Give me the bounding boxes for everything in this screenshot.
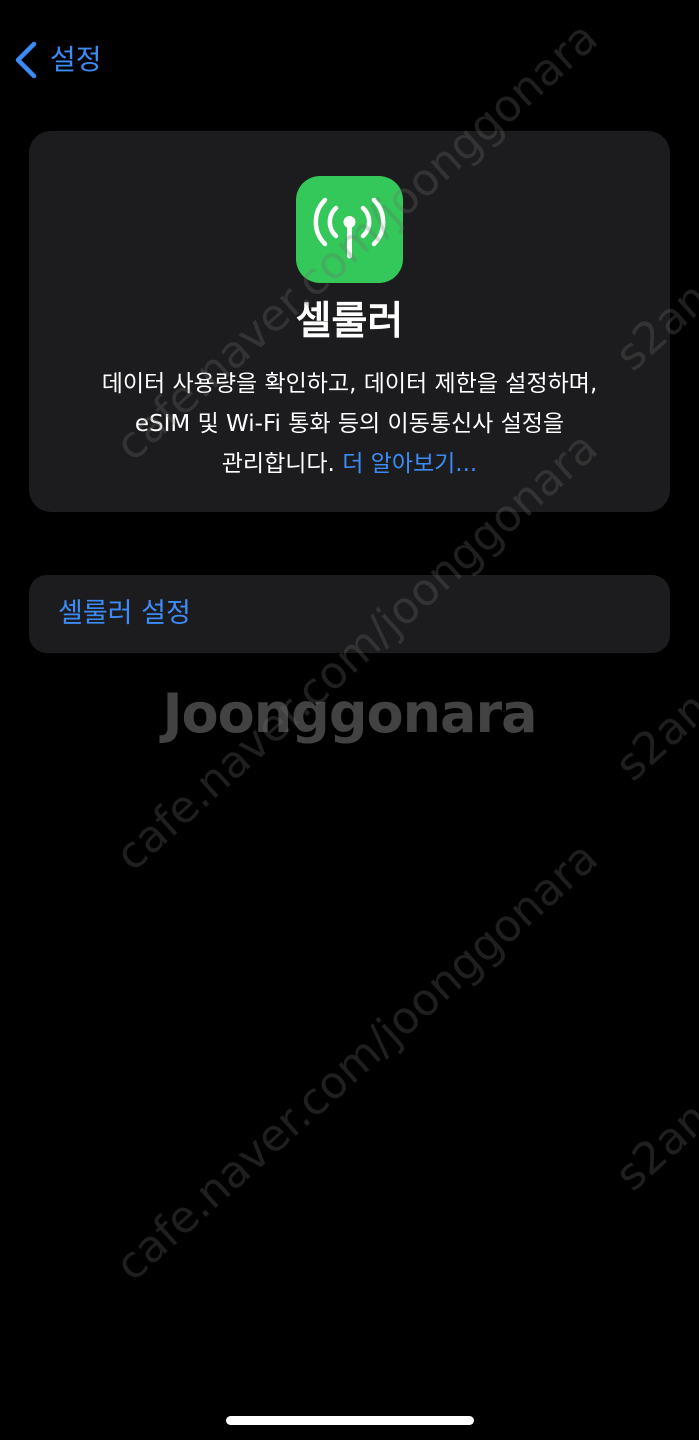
description-line: 데이터 사용량을 확인하고, 데이터 제한을 설정하며, bbox=[101, 371, 598, 397]
description-line: eSIM 및 Wi-Fi 통화 등의 이동통신사 설정을 bbox=[134, 411, 565, 437]
cellular-info-card: 셀룰러 데이터 사용량을 확인하고, 데이터 제한을 설정하며, eSIM 및 … bbox=[29, 131, 670, 512]
back-button-label: 설정 bbox=[50, 43, 102, 76]
page-title: 셀룰러 bbox=[295, 299, 404, 344]
home-indicator[interactable] bbox=[226, 1416, 474, 1425]
watermark-logo: Joonggonara bbox=[162, 682, 537, 745]
cellular-settings-button[interactable]: 셀룰러 설정 bbox=[29, 575, 670, 653]
chevron-left-icon bbox=[14, 41, 38, 79]
antenna-icon bbox=[296, 176, 403, 283]
watermark-side: s2and bbox=[605, 663, 699, 791]
description-last: 관리합니다. bbox=[221, 451, 335, 477]
watermark-side: s2and bbox=[605, 1073, 699, 1201]
description-line: 관리합니다. 더 알아보기... bbox=[49, 444, 650, 484]
watermark-url: cafe.naver.com/joonggonara bbox=[105, 832, 608, 1291]
cellular-description: 데이터 사용량을 확인하고, 데이터 제한을 설정하며, eSIM 및 Wi-F… bbox=[49, 364, 650, 484]
cellular-settings-label: 셀룰러 설정 bbox=[58, 598, 191, 629]
back-button[interactable]: 설정 bbox=[14, 40, 102, 80]
learn-more-link[interactable]: 더 알아보기... bbox=[342, 451, 477, 477]
